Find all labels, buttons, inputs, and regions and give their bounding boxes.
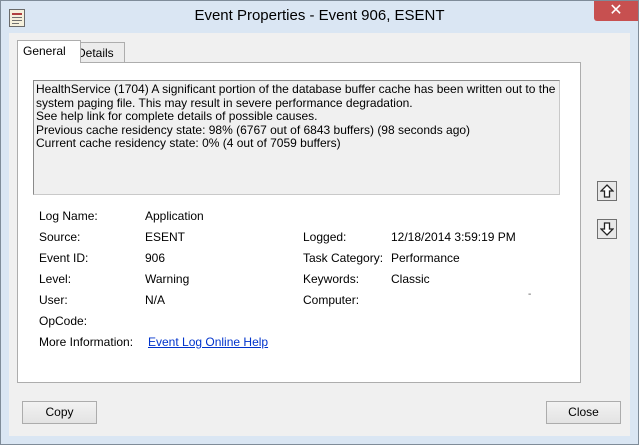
source-label: Source: bbox=[39, 230, 81, 244]
opcode-label: OpCode: bbox=[39, 314, 88, 328]
description-line: system paging file. This may result in s… bbox=[36, 95, 413, 110]
previous-event-button[interactable] bbox=[597, 181, 617, 201]
more-information-label: More Information: bbox=[39, 335, 134, 349]
user-value: N/A bbox=[145, 293, 166, 307]
description-line: Previous cache residency state: 98% (676… bbox=[36, 122, 471, 137]
logged-value: 12/18/2014 3:59:19 PM bbox=[391, 230, 516, 244]
arrow-down-icon bbox=[600, 222, 614, 236]
general-tab-panel: HealthService (1704) A significant porti… bbox=[17, 62, 581, 383]
keywords-value: Classic bbox=[391, 272, 430, 286]
event-id-value: 906 bbox=[145, 251, 166, 265]
event-id-label: Event ID: bbox=[39, 251, 89, 265]
close-button[interactable]: Close bbox=[546, 401, 621, 424]
close-icon[interactable]: ✕ bbox=[594, 1, 638, 21]
source-value: ESENT bbox=[145, 230, 186, 244]
computer-label: Computer: bbox=[303, 293, 360, 307]
event-log-online-help-link[interactable]: Event Log Online Help bbox=[148, 335, 268, 349]
description-line: See help link for complete details of po… bbox=[36, 109, 318, 123]
log-name-label: Log Name: bbox=[39, 209, 98, 223]
level-value: Warning bbox=[145, 272, 190, 286]
user-label: User: bbox=[39, 293, 68, 307]
window-title: Event Properties - Event 906, ESENT bbox=[194, 7, 445, 24]
tab-general[interactable]: General bbox=[17, 40, 81, 63]
description-line: HealthService (1704) A significant porti… bbox=[36, 82, 556, 96]
arrow-up-icon bbox=[600, 184, 614, 198]
next-event-button[interactable] bbox=[597, 219, 617, 239]
level-label: Level: bbox=[39, 272, 72, 286]
event-description-box[interactable]: HealthService (1704) A significant porti… bbox=[33, 80, 560, 195]
task-category-label: Task Category: bbox=[303, 251, 384, 265]
event-properties-window: Event Properties - Event 906, ESENT ✕ Ge… bbox=[0, 0, 639, 445]
keywords-label: Keywords: bbox=[303, 272, 360, 286]
logged-label: Logged: bbox=[303, 230, 347, 244]
log-name-value: Application bbox=[145, 209, 204, 223]
copy-button[interactable]: Copy bbox=[22, 401, 97, 424]
title-bar[interactable]: Event Properties - Event 906, ESENT ✕ bbox=[1, 1, 638, 33]
dialog-client-area: General Details HealthService (1704) A s… bbox=[9, 33, 630, 436]
computer-mark: - bbox=[528, 289, 532, 300]
task-category-value: Performance bbox=[391, 251, 460, 265]
description-line: Current cache residency state: 0% (4 out… bbox=[36, 136, 341, 150]
